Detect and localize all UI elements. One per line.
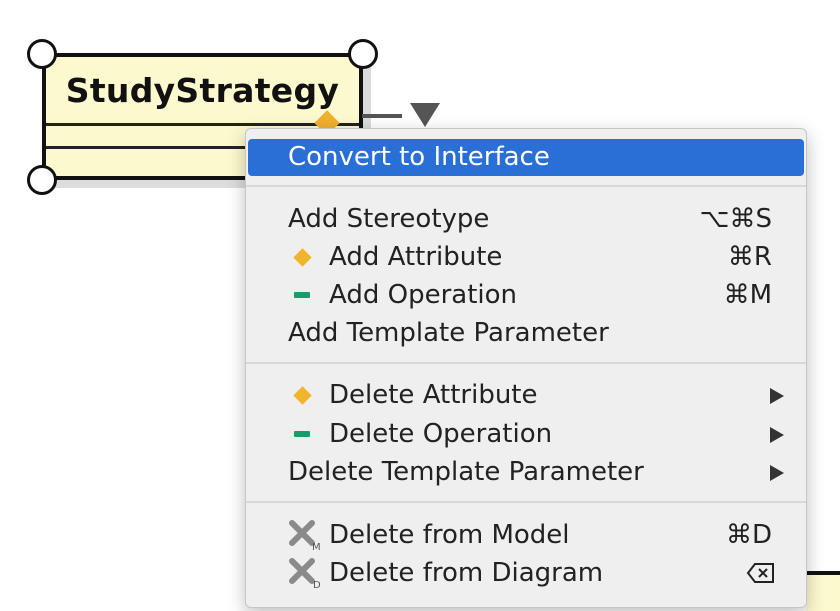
menu-item-label: Convert to Interface [288, 142, 550, 172]
menu-item-add-stereotype[interactable]: Add Stereotype ⌥⌘S [246, 201, 806, 238]
menu-item-label: Add Template Parameter [288, 318, 609, 348]
menu-item-label: Delete Operation [329, 419, 553, 449]
menu-item-add-attribute[interactable]: Add Attribute ⌘R [246, 239, 806, 276]
menu-item-label: Add Attribute [329, 242, 503, 272]
menu-item-shortcut: ⌘M [723, 280, 772, 310]
attribute-diamond-icon [293, 386, 312, 405]
menu-item-delete-from-diagram[interactable]: D Delete from Diagram [246, 555, 806, 592]
resize-handle-top-left[interactable] [27, 39, 57, 69]
menu-item-label: Add Operation [329, 280, 517, 310]
menu-item-label: Delete from Model [329, 520, 570, 550]
menu-item-label: Add Stereotype [288, 204, 490, 234]
menu-item-shortcut: ⌘D [725, 520, 772, 550]
submenu-arrow-icon [770, 388, 784, 404]
submenu-arrow-icon [770, 465, 784, 481]
menu-item-convert-to-interface[interactable]: Convert to Interface [248, 139, 804, 176]
attribute-diamond-icon [293, 248, 312, 267]
menu-item-delete-attribute[interactable]: Delete Attribute [246, 377, 806, 414]
menu-item-shortcut: ⌥⌘S [699, 204, 772, 234]
class-name: StudyStrategy [65, 71, 340, 110]
operation-dash-icon [294, 292, 310, 298]
connector-dropdown-icon[interactable] [410, 103, 440, 127]
resize-handle-top-right[interactable] [348, 39, 378, 69]
svg-text:M: M [312, 542, 321, 552]
delete-from-diagram-icon: D [289, 558, 321, 590]
menu-separator [246, 362, 806, 364]
menu-item-shortcut: ⌘R [727, 242, 772, 272]
menu-item-label: Delete Template Parameter [288, 457, 644, 487]
menu-separator [246, 185, 806, 187]
menu-separator [246, 501, 806, 503]
adjacent-class-box-partial[interactable] [806, 571, 840, 611]
delete-key-icon [746, 563, 774, 583]
connector-line [362, 114, 402, 118]
attributes-compartment-divider [46, 123, 359, 126]
menu-item-label: Delete Attribute [329, 380, 538, 410]
operation-dash-icon [294, 431, 310, 437]
menu-item-delete-operation[interactable]: Delete Operation [246, 416, 806, 453]
menu-item-add-operation[interactable]: Add Operation ⌘M [246, 277, 806, 314]
resize-handle-bottom-left[interactable] [27, 165, 57, 195]
menu-item-add-template-parameter[interactable]: Add Template Parameter [246, 315, 806, 352]
menu-item-delete-from-model[interactable]: M Delete from Model ⌘D [246, 517, 806, 554]
menu-item-label: Delete from Diagram [329, 558, 604, 588]
svg-text:D: D [313, 580, 321, 590]
menu-item-delete-template-parameter[interactable]: Delete Template Parameter [246, 454, 806, 491]
submenu-arrow-icon [770, 427, 784, 443]
context-menu: Convert to Interface Add Stereotype ⌥⌘S … [245, 128, 807, 608]
delete-from-model-icon: M [289, 520, 321, 552]
